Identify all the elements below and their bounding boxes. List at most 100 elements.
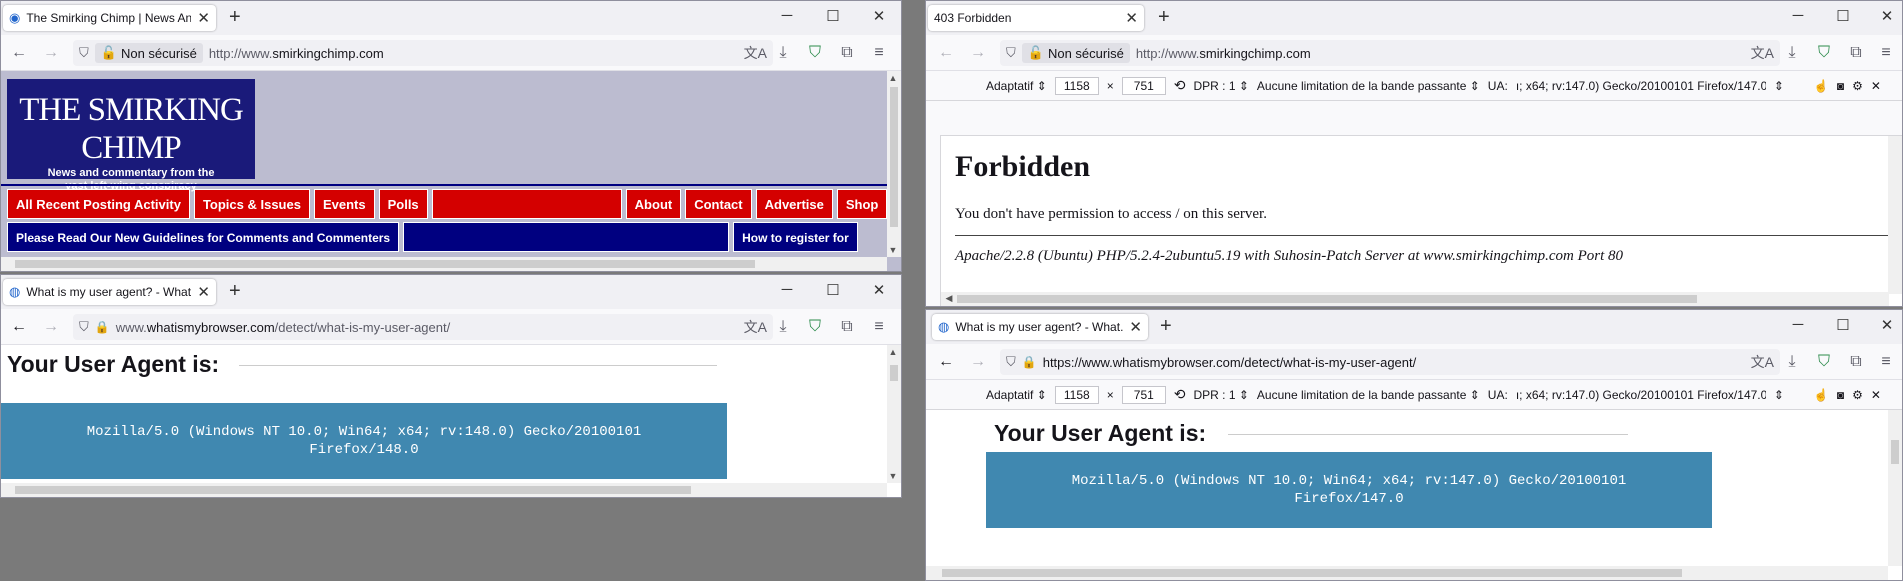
ua-select-arrow[interactable]: ⇕ <box>1774 388 1784 402</box>
close-window-button[interactable]: ✕ <box>869 281 889 299</box>
url-bar[interactable]: ⛉ 🔒 www.whatismybrowser.com/detect/what-… <box>73 314 773 340</box>
forward-icon[interactable]: → <box>41 43 61 63</box>
viewport-width-input[interactable]: 1158 <box>1054 385 1099 404</box>
user-agent-string-line1[interactable]: Mozilla/5.0 (Windows NT 10.0; Win64; x64… <box>986 472 1712 490</box>
maximize-button[interactable]: ☐ <box>1833 7 1853 25</box>
site-logo[interactable]: THE SMIRKING CHIMP News and commentary f… <box>7 79 255 192</box>
close-window-button[interactable]: ✕ <box>1877 316 1897 334</box>
tracking-shield-icon[interactable]: ⛉ <box>79 319 89 335</box>
translate-icon[interactable]: 文A <box>1751 352 1774 372</box>
vertical-scrollbar[interactable] <box>1888 410 1902 566</box>
nav-shop[interactable]: Shop <box>836 189 888 219</box>
viewport-height-input[interactable]: 751 <box>1121 76 1166 95</box>
minimize-button[interactable]: ─ <box>1788 316 1808 333</box>
guidelines-link[interactable]: Please Read Our New Guidelines for Comme… <box>7 222 400 252</box>
extensions-icon[interactable]: ⧉ <box>837 43 857 63</box>
nav-advertise[interactable]: Advertise <box>755 189 833 219</box>
user-agent-string-line1[interactable]: Mozilla/5.0 (Windows NT 10.0; Win64; x64… <box>1 423 727 441</box>
translate-icon[interactable]: 文A <box>744 317 767 337</box>
hscroll-thumb[interactable] <box>15 486 691 494</box>
horizontal-scrollbar[interactable] <box>1 257 887 271</box>
nav-contact[interactable]: Contact <box>685 189 752 219</box>
viewport-width-input[interactable]: 1158 <box>1054 76 1099 95</box>
vpn-shield-icon[interactable]: ⛉ <box>1814 43 1834 63</box>
vpn-shield-icon[interactable]: ⛉ <box>1814 352 1834 372</box>
extensions-icon[interactable]: ⧉ <box>837 317 857 337</box>
tab-useragent[interactable]: ◍ What is my user agent? - What... ✕ <box>932 314 1148 340</box>
vpn-shield-icon[interactable]: ⛉ <box>805 317 825 337</box>
tracking-shield-icon[interactable]: ⛉ <box>1006 354 1016 370</box>
nav-topics[interactable]: Topics & Issues <box>193 189 310 219</box>
hscroll-thumb[interactable] <box>15 260 755 268</box>
tracking-shield-icon[interactable]: ⛉ <box>1006 45 1016 61</box>
download-icon[interactable]: ⤓ <box>773 317 793 337</box>
url-text[interactable]: http://www.smirkingchimp.com <box>1136 46 1311 61</box>
horizontal-scrollbar[interactable] <box>1 483 887 497</box>
touch-icon[interactable]: ☝ <box>1814 388 1829 402</box>
new-tab-button[interactable]: + <box>229 7 241 27</box>
download-icon[interactable]: ⤓ <box>1782 352 1802 372</box>
hscroll-thumb[interactable] <box>957 295 1697 303</box>
nav-about[interactable]: About <box>625 189 682 219</box>
horizontal-scrollbar[interactable]: ◀ <box>941 292 1889 306</box>
close-rdm-icon[interactable]: ✕ <box>1871 79 1881 93</box>
url-bar[interactable]: ⛉ 🔓 Non sécurisé http://www.smirkingchimp… <box>1000 40 1780 66</box>
vertical-scrollbar[interactable] <box>1888 136 1902 294</box>
minimize-button[interactable]: ─ <box>777 7 797 24</box>
close-tab-icon[interactable]: ✕ <box>1129 320 1142 335</box>
scroll-down-arrow[interactable]: ▼ <box>887 471 899 481</box>
screenshot-icon[interactable]: ◙ <box>1837 388 1844 402</box>
throttle-select[interactable]: Aucune limitation de la bande passante ⇕ <box>1257 388 1480 402</box>
url-text[interactable]: http://www.smirkingchimp.com <box>209 46 384 61</box>
tab-forbidden[interactable]: 403 Forbidden ✕ <box>928 5 1144 31</box>
extensions-icon[interactable]: ⧉ <box>1846 43 1866 63</box>
vertical-scrollbar[interactable]: ▲ ▼ <box>887 345 901 483</box>
translate-icon[interactable]: 文A <box>744 43 767 63</box>
tab-smirkingchimp[interactable]: ◉ The Smirking Chimp | News And... ✕ <box>3 5 216 31</box>
dpr-select[interactable]: DPR : 1 ⇕ <box>1194 79 1249 93</box>
ua-select-arrow[interactable]: ⇕ <box>1774 79 1784 93</box>
ua-input[interactable]: ı; x64; rv:147.0) Gecko/20100101 Firefox… <box>1516 388 1766 402</box>
throttle-select[interactable]: Aucune limitation de la bande passante ⇕ <box>1257 79 1480 93</box>
minimize-button[interactable]: ─ <box>1788 7 1808 24</box>
maximize-button[interactable]: ☐ <box>823 281 843 299</box>
menu-icon[interactable]: ≡ <box>1876 352 1896 372</box>
close-window-button[interactable]: ✕ <box>1877 7 1897 25</box>
vertical-scrollbar[interactable]: ▲ ▼ <box>887 71 901 257</box>
menu-icon[interactable]: ≡ <box>1876 43 1896 63</box>
rotate-icon[interactable]: ⟲ <box>1174 77 1186 94</box>
url-bar[interactable]: ⛉ 🔒 https://www.whatismybrowser.com/dete… <box>1000 349 1780 375</box>
lock-icon[interactable]: 🔒 <box>95 320 110 334</box>
url-bar[interactable]: ⛉ 🔓 Non sécurisé http://www.smirkingchimp… <box>73 40 773 66</box>
device-select[interactable]: Adaptatif ⇕ <box>986 79 1047 93</box>
close-tab-icon[interactable]: ✕ <box>197 285 210 300</box>
extensions-icon[interactable]: ⧉ <box>1846 352 1866 372</box>
scroll-thumb[interactable] <box>890 87 898 227</box>
scroll-up-arrow[interactable]: ▲ <box>887 347 899 357</box>
back-icon[interactable]: ← <box>9 43 29 63</box>
forward-icon[interactable]: → <box>41 317 61 337</box>
maximize-button[interactable]: ☐ <box>823 7 843 25</box>
new-tab-button[interactable]: + <box>1160 316 1172 336</box>
settings-gear-icon[interactable]: ⚙ <box>1852 388 1863 402</box>
horizontal-scrollbar[interactable] <box>926 566 1888 580</box>
scroll-down-arrow[interactable]: ▼ <box>887 245 899 255</box>
back-icon[interactable]: ← <box>9 317 29 337</box>
scroll-left-arrow[interactable]: ◀ <box>943 293 955 304</box>
settings-gear-icon[interactable]: ⚙ <box>1852 79 1863 93</box>
forward-icon[interactable]: → <box>968 352 988 372</box>
download-icon[interactable]: ⤓ <box>1782 43 1802 63</box>
translate-icon[interactable]: 文A <box>1751 43 1774 63</box>
viewport-height-input[interactable]: 751 <box>1121 385 1166 404</box>
close-window-button[interactable]: ✕ <box>869 7 889 25</box>
register-link[interactable]: How to register for <box>733 222 858 252</box>
not-secure-badge[interactable]: 🔓 Non sécurisé <box>1021 43 1130 63</box>
close-tab-icon[interactable]: ✕ <box>197 11 210 26</box>
tab-useragent[interactable]: ◍ What is my user agent? - What... ✕ <box>3 279 216 305</box>
user-agent-string-line2[interactable]: Firefox/147.0 <box>986 490 1712 508</box>
nav-recent-activity[interactable]: All Recent Posting Activity <box>7 189 190 219</box>
hscroll-thumb[interactable] <box>942 569 1682 577</box>
scroll-thumb[interactable] <box>890 365 898 381</box>
new-tab-button[interactable]: + <box>229 281 241 301</box>
back-icon[interactable]: ← <box>936 43 956 63</box>
